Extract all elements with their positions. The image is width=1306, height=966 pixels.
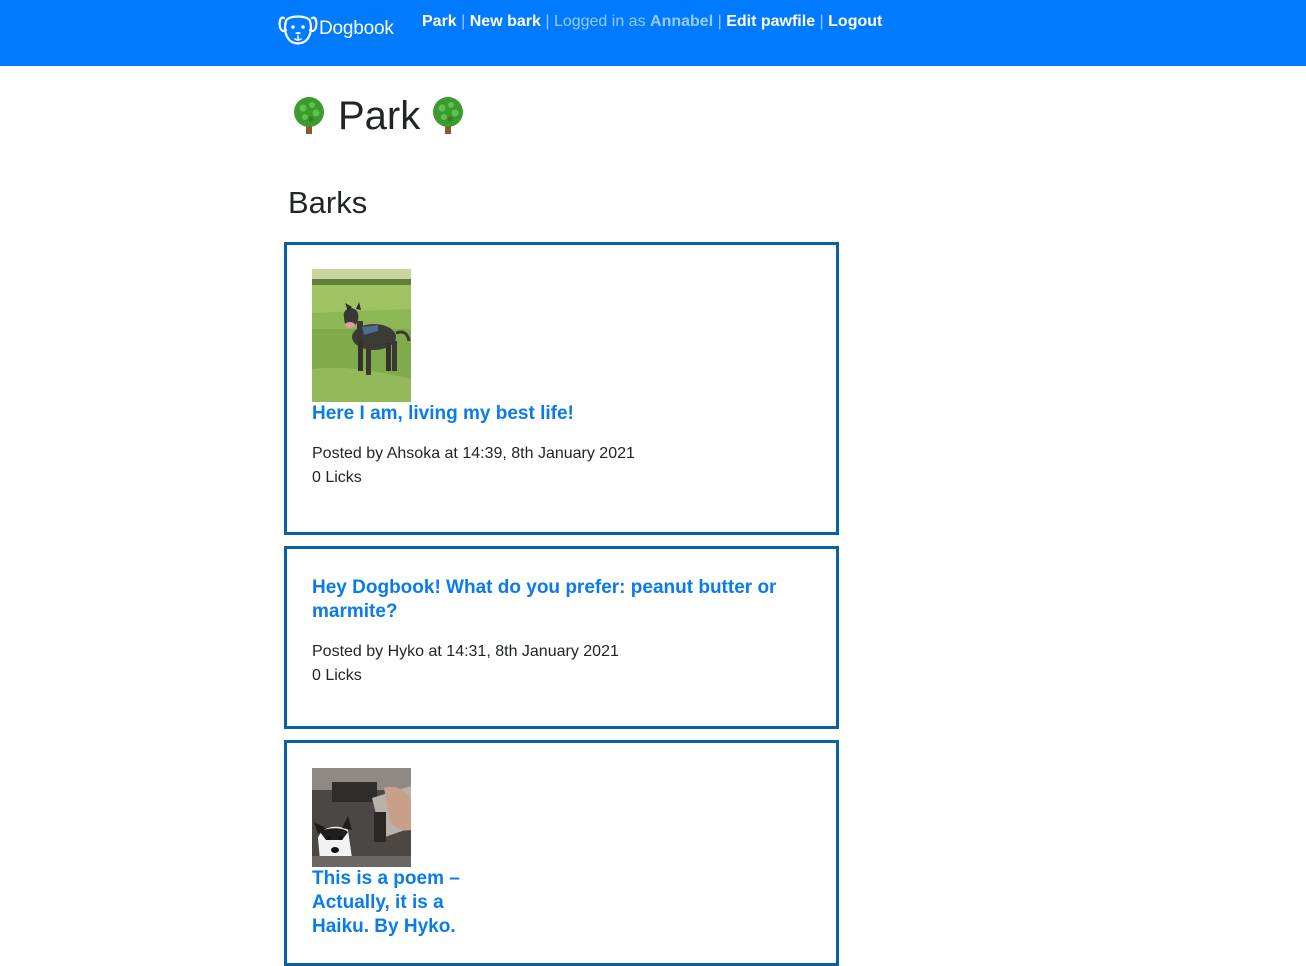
- page-title-text: Park: [338, 94, 421, 138]
- dog-logo-icon: [278, 15, 318, 45]
- brand-link[interactable]: Dogbook: [278, 12, 394, 46]
- bark-card: This is a poem – Actually, it is a Haiku…: [284, 740, 839, 966]
- nav-separator: |: [456, 13, 470, 30]
- bark-card: Hey Dogbook! What do you prefer: peanut …: [284, 546, 839, 729]
- dog-photo[interactable]: [312, 768, 411, 867]
- brand-name: Dogbook: [319, 18, 394, 39]
- logged-in-label: Logged in as: [553, 13, 651, 30]
- bark-posted-info: Posted by Ahsoka at 14:39, 8th January 2…: [312, 445, 635, 462]
- nav-logout-link[interactable]: Logout: [828, 13, 882, 30]
- navbar: Dogbook Park | New bark | Logged in as A…: [0, 0, 1306, 66]
- nav-separator: |: [713, 13, 727, 30]
- bark-card: Here I am, living my best life! Posted b…: [284, 242, 839, 535]
- nav-links: Park | New bark | Logged in as Annabel |…: [422, 13, 882, 31]
- nav-new-bark-link[interactable]: New bark: [470, 13, 541, 30]
- nav-separator: |: [815, 13, 829, 30]
- bark-title-link[interactable]: Here I am, living my best life!: [312, 402, 811, 426]
- nav-park-link[interactable]: Park: [422, 13, 457, 30]
- bark-licks-count: 0 Licks: [312, 469, 362, 486]
- nav-edit-pawfile-link[interactable]: Edit pawfile: [726, 13, 815, 30]
- bark-licks-count: 0 Licks: [312, 667, 362, 684]
- logged-in-username: Annabel: [650, 13, 714, 30]
- bark-title-link[interactable]: Hey Dogbook! What do you prefer: peanut …: [312, 576, 811, 624]
- tree-emoji-icon: [294, 97, 324, 134]
- bark-title-link[interactable]: This is a poem – Actually, it is a Haiku…: [312, 867, 472, 939]
- tree-emoji-icon: [433, 97, 464, 134]
- dog-photo[interactable]: [312, 269, 411, 402]
- section-title: Barks: [288, 185, 368, 220]
- bark-posted-info: Posted by Hyko at 14:31, 8th January 202…: [312, 643, 619, 660]
- nav-separator: |: [540, 13, 554, 30]
- page-title: Park: [288, 92, 469, 140]
